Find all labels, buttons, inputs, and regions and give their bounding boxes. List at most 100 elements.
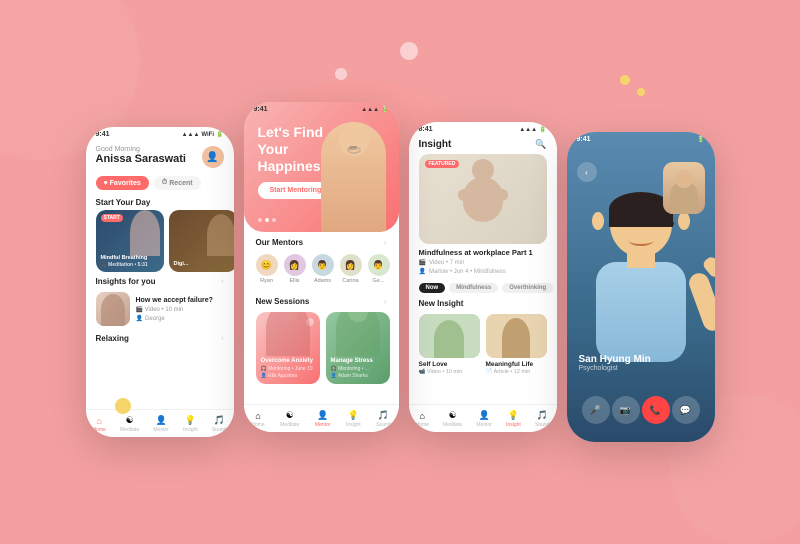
tag-filters: Now Mindfulness Overthinking Depressio bbox=[409, 279, 557, 297]
nav-insight-3[interactable]: 💡 Insight bbox=[506, 410, 521, 428]
self-love-sub: 📹 Video • 10 min bbox=[419, 369, 480, 375]
nav-meditate-label-2: Meditate bbox=[280, 422, 299, 428]
nav-bar-1: ⌂ Home ☯ Meditate 👤 Mentor 💡 Insight 🎵 S… bbox=[86, 409, 234, 437]
phone-3: 8:41 ▲▲▲ 🔋 Insight 🔍 FEATURED Mindful bbox=[409, 122, 557, 432]
self-love-img bbox=[419, 314, 480, 358]
mentor-avatar-adams: 👨 bbox=[312, 254, 334, 276]
nav-meditate-3[interactable]: ☯ Meditate bbox=[443, 410, 462, 428]
mentor-ryan[interactable]: 😊 Ryan bbox=[256, 254, 278, 284]
time-4: 9:41 bbox=[577, 136, 591, 143]
video-icon: 🎬 bbox=[136, 307, 143, 313]
nav-sound-label-2: Sound bbox=[376, 422, 390, 428]
card-breathing[interactable]: START Mindful Breathing 🎧 Meditation • 5… bbox=[96, 210, 164, 272]
mentor-ellis[interactable]: 👩 Ellis bbox=[284, 254, 306, 284]
session-anxiety[interactable]: Overcome Anxiety 🎧 Mentoring • June 19 👤… bbox=[256, 312, 320, 384]
home-icon-2: ⌂ bbox=[255, 411, 260, 421]
call-controls: 🎤 📷 📞 💬 bbox=[567, 396, 715, 424]
nav-meditate-2[interactable]: ☯ Meditate bbox=[280, 410, 299, 428]
nav-mentor-3[interactable]: 👤 Mentor bbox=[476, 410, 492, 428]
nav-home-3[interactable]: ⌂ Home bbox=[416, 411, 429, 428]
battery-icon: 🔋 bbox=[216, 131, 223, 138]
arrow-right-icon-2: › bbox=[221, 335, 223, 342]
nav-sound-2[interactable]: 🎵 Sound bbox=[376, 410, 390, 428]
meaningful-life-img bbox=[486, 314, 547, 358]
nav-sound[interactable]: 🎵 Sound bbox=[212, 415, 226, 433]
battery-icon-4: 🔋 bbox=[697, 136, 704, 143]
chat-button[interactable]: 💬 bbox=[672, 396, 700, 424]
signal-icon-3: ▲▲▲ bbox=[519, 127, 537, 133]
tag-now[interactable]: Now bbox=[419, 283, 446, 293]
sound-icon-2: 🎵 bbox=[378, 410, 389, 421]
self-thumbnail bbox=[663, 162, 705, 214]
recent-tab[interactable]: ⏱ Recent bbox=[154, 176, 201, 190]
insight-icon: 💡 bbox=[185, 415, 196, 426]
meditate-icon-2: ☯ bbox=[286, 410, 294, 421]
card-label-2: Digi... bbox=[174, 261, 189, 268]
nav-bar-3: ⌂ Home ☯ Meditate 👤 Mentor 💡 Insight 🎵 S… bbox=[409, 404, 557, 432]
featured-title: Mindfulness at workplace Part 1 bbox=[419, 248, 547, 257]
mentors-arrow: › bbox=[384, 238, 387, 247]
signal-icon: ▲▲▲ bbox=[182, 132, 200, 138]
featured-author: 👤 Marlow • Jun 4 • Mindfulness bbox=[419, 268, 547, 275]
start-day-title: Start Your Day bbox=[86, 194, 234, 210]
card-digital[interactable]: Digi... bbox=[169, 210, 234, 272]
insights-title: Insights for you bbox=[96, 277, 156, 286]
status-bar-1: 9:41 ▲▲▲ WiFi 🔋 bbox=[86, 127, 234, 140]
nav-home[interactable]: ⌂ Home bbox=[93, 416, 106, 433]
p3-header: Insight 🔍 bbox=[409, 135, 557, 154]
featured-card[interactable]: FEATURED bbox=[419, 154, 547, 244]
session-stress[interactable]: Manage Stress 🎧 Mentoring • ... 👤 Adam S… bbox=[326, 312, 390, 384]
tag-overthinking[interactable]: Overthinking bbox=[502, 283, 553, 293]
nav-mentor-2[interactable]: 👤 Mentor bbox=[315, 410, 331, 428]
nav-meditate[interactable]: ☯ Meditate bbox=[120, 415, 139, 433]
home-icon: ⌂ bbox=[97, 416, 102, 426]
phone-4: 9:41 🔋 ‹ bbox=[567, 132, 715, 442]
video-icon-3: 🎬 bbox=[419, 259, 426, 266]
tag-mindfulness[interactable]: Mindfulness bbox=[449, 283, 498, 293]
nav-insight[interactable]: 💡 Insight bbox=[183, 415, 198, 433]
mentors-list: 😊 Ryan 👩 Ellis 👨 Adams 👩 Carina 👨 Ge... bbox=[244, 249, 399, 289]
sessions-title: New Sessions bbox=[256, 297, 310, 306]
nav-mentor[interactable]: 👤 Mentor bbox=[153, 415, 169, 433]
new-card-meaningful-life[interactable]: Meaningful Life 📄 Article • 12 min bbox=[486, 314, 547, 375]
nav-mentor-label: Mentor bbox=[153, 427, 169, 433]
nav-insight-2[interactable]: 💡 Insight bbox=[346, 410, 361, 428]
caller-name: San Hyung Min bbox=[579, 354, 651, 365]
nav-home-2[interactable]: ⌂ Home bbox=[251, 411, 264, 428]
nav-sound-3[interactable]: 🎵 Sound bbox=[535, 410, 549, 428]
mentor-name-carina: Carina bbox=[342, 278, 358, 284]
new-card-self-love[interactable]: Self Love 📹 Video • 10 min bbox=[419, 314, 480, 375]
camera-button[interactable]: 📷 bbox=[612, 396, 640, 424]
mentors-title: Our Mentors bbox=[256, 238, 304, 247]
mentor-name-ge: Ge... bbox=[373, 278, 385, 284]
mentor-adams[interactable]: 👨 Adams bbox=[312, 254, 334, 284]
nav-bar-2: ⌂ Home ☯ Meditate 👤 Mentor 💡 Insight 🎵 S… bbox=[244, 404, 399, 432]
mentor-icon-3: 👤 bbox=[479, 410, 490, 421]
mentor-icon-2: 👤 bbox=[317, 410, 328, 421]
card-badge: START bbox=[101, 214, 123, 222]
meditate-icon: ☯ bbox=[126, 415, 134, 426]
wifi-icon: WiFi bbox=[201, 132, 214, 138]
mentor-avatar-carina: 👩 bbox=[340, 254, 362, 276]
nav-sound-label: Sound bbox=[212, 427, 226, 433]
caller-role: Psychologist bbox=[579, 365, 651, 372]
mentor-name-ellis: Ellis bbox=[289, 278, 299, 284]
nav-meditate-label: Meditate bbox=[120, 427, 139, 433]
relaxing-title: Relaxing bbox=[96, 334, 129, 343]
featured-sub: 🎬 Video • 7 min bbox=[419, 259, 547, 266]
time-2: 9:41 bbox=[254, 106, 268, 113]
end-call-button[interactable]: 📞 bbox=[642, 396, 670, 424]
card-label: Mindful Breathing 🎧 Meditation • 5:31 bbox=[101, 255, 148, 268]
session-stress-info: Manage Stress 🎧 Mentoring • ... 👤 Adam S… bbox=[331, 358, 385, 379]
heart-icon: ♥ bbox=[104, 180, 108, 187]
favorites-tab[interactable]: ♥ Favorites bbox=[96, 176, 149, 190]
new-insight-title: New Insight bbox=[419, 299, 547, 308]
person-icon: 👤 bbox=[136, 316, 143, 322]
mentor-carina[interactable]: 👩 Carina bbox=[340, 254, 362, 284]
mic-button[interactable]: 🎤 bbox=[582, 396, 610, 424]
mentor-avatar-ellis: 👩 bbox=[284, 254, 306, 276]
mentor-ge[interactable]: 👨 Ge... bbox=[368, 254, 390, 284]
phone-2: 9:41 ▲▲▲ 🔋 Let's Find Your Happiness Sta… bbox=[244, 102, 399, 432]
new-insight-cards: Self Love 📹 Video • 10 min Meaningful Li… bbox=[409, 310, 557, 379]
search-icon-3[interactable]: 🔍 bbox=[535, 139, 546, 150]
